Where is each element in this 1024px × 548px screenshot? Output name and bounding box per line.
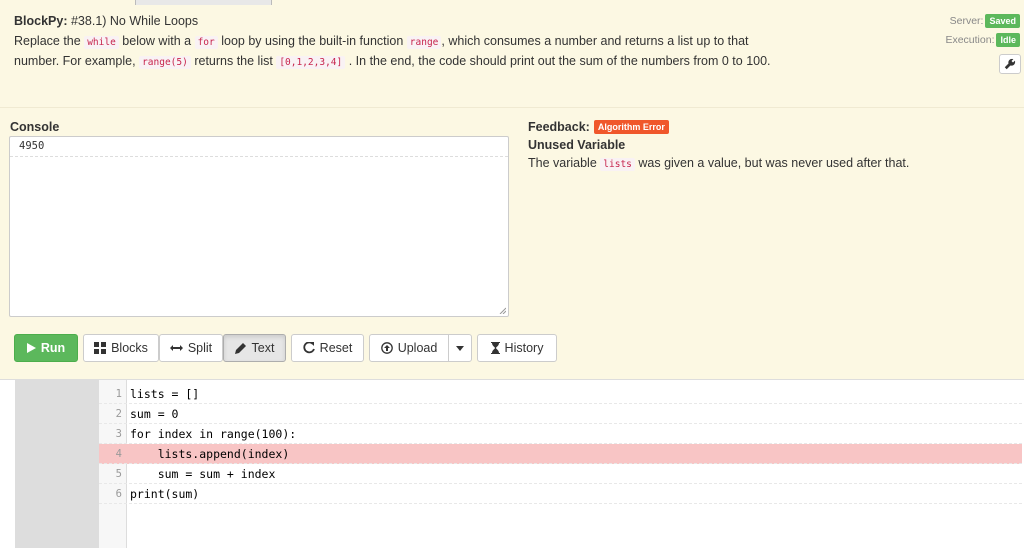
feedback-title: Unused Variable (528, 138, 626, 152)
execution-label: Execution: (945, 33, 995, 46)
split-label: Split (187, 341, 213, 355)
line-number: 3 (115, 427, 122, 440)
line-number: 4 (115, 447, 122, 460)
reset-button[interactable]: Reset (291, 334, 364, 362)
feedback-badge: Algorithm Error (593, 120, 669, 134)
desc-text: . In the end, the code should print out … (348, 54, 771, 68)
feedback-label: Feedback: Algorithm Error (528, 120, 669, 134)
line-number: 5 (115, 467, 122, 480)
code-list: [0,1,2,3,4] (276, 56, 346, 69)
execution-status: Execution: Idle (945, 31, 1020, 48)
console-line: 4950 (10, 137, 508, 157)
server-label: Server: (949, 14, 984, 27)
code-editor[interactable]: 1 lists = [] 2 sum = 0 3 for index in ra… (0, 379, 1024, 548)
blocks-pane[interactable] (15, 380, 100, 548)
refresh-icon (303, 342, 315, 354)
desc-text: Replace the (14, 34, 81, 48)
text-label: Text (251, 341, 275, 355)
desc-text: below with a (122, 34, 192, 48)
run-button[interactable]: Run (14, 334, 78, 362)
status-panel: Server: Saved Execution: Idle (945, 12, 1020, 50)
code-text: sum = 0 (130, 406, 179, 421)
blocks-button[interactable]: Blocks (83, 334, 159, 362)
wrench-icon (1004, 58, 1016, 70)
code-line-error[interactable]: 4 lists.append(index) (99, 444, 1022, 464)
feedback-text: was given a value, but was never used af… (638, 156, 910, 170)
resize-grip-icon[interactable] (498, 306, 506, 314)
code-line[interactable]: 6 print(sum) (99, 484, 1022, 504)
desc-text: returns the list (194, 54, 273, 68)
reset-label: Reset (319, 341, 353, 355)
code-lines[interactable]: 1 lists = [] 2 sum = 0 3 for index in ra… (99, 384, 1022, 504)
feedback-message: The variable lists was given a value, bu… (528, 156, 910, 171)
server-status-badge: Saved (985, 13, 1020, 28)
problem-header: BlockPy: #38.1) No While Loops Replace t… (0, 5, 1024, 108)
line-number: 2 (115, 407, 122, 420)
caret-down-icon (456, 345, 464, 351)
feedback-text: The variable (528, 156, 597, 170)
history-label: History (504, 341, 544, 355)
feedback-code: lists (600, 158, 635, 171)
console-output[interactable]: 4950 (9, 136, 509, 317)
code-range: range (406, 36, 442, 49)
settings-button[interactable] (999, 54, 1021, 74)
blocks-label: Blocks (111, 341, 148, 355)
split-button[interactable]: Split (159, 334, 223, 362)
server-status: Server: Saved (945, 12, 1020, 29)
execution-status-badge: Idle (996, 32, 1020, 47)
code-text: print(sum) (130, 486, 200, 501)
run-label: Run (40, 341, 66, 355)
code-while: while (84, 36, 119, 49)
problem-name: #38.1) No While Loops (70, 14, 199, 28)
code-text: sum = sum + index (130, 466, 276, 481)
play-icon (26, 343, 36, 353)
upload-dropdown-button[interactable] (448, 334, 472, 362)
code-text: lists = [] (130, 386, 200, 401)
upload-label: Upload (397, 341, 438, 355)
app-name: BlockPy: (14, 14, 68, 28)
problem-description: Replace the while below with a for loop … (14, 32, 774, 72)
text-button[interactable]: Text (223, 334, 286, 362)
upload-button[interactable]: Upload (369, 334, 449, 362)
code-for: for (194, 36, 218, 49)
code-line[interactable]: 2 sum = 0 (99, 404, 1022, 424)
problem-title: BlockPy: #38.1) No While Loops (14, 14, 198, 28)
blocks-icon (94, 342, 107, 354)
code-text: for index in range(100): (130, 426, 297, 441)
pencil-icon (234, 343, 246, 354)
split-arrows-icon (169, 345, 183, 351)
code-line[interactable]: 3 for index in range(100): (99, 424, 1022, 444)
code-text: lists.append(index) (130, 446, 290, 461)
upload-circle-icon (380, 342, 393, 354)
feedback-label-text: Feedback: (528, 120, 590, 134)
code-range5: range(5) (139, 56, 191, 69)
desc-text: loop by using the built-in function (221, 34, 404, 48)
history-button[interactable]: History (477, 334, 557, 362)
hourglass-icon (490, 342, 500, 354)
console-label: Console (10, 120, 60, 134)
line-number: 1 (115, 387, 122, 400)
line-number: 6 (115, 487, 122, 500)
code-line[interactable]: 1 lists = [] (99, 384, 1022, 404)
code-line[interactable]: 5 sum = sum + index (99, 464, 1022, 484)
